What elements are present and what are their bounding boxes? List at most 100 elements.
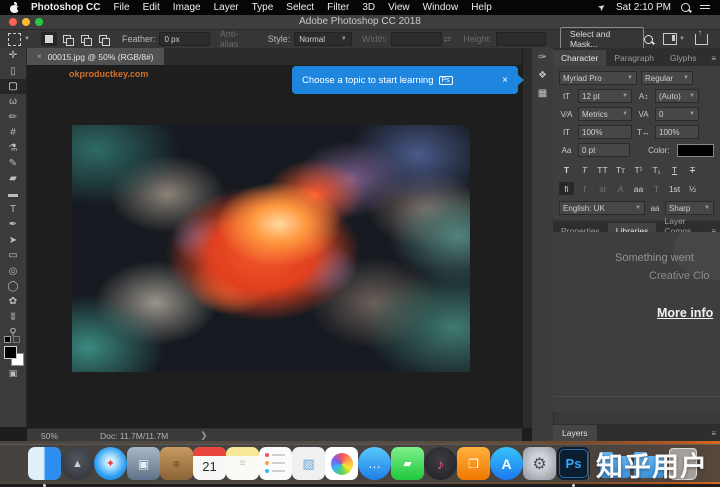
eraser-tool[interactable]: ▰ xyxy=(0,171,26,186)
more-info-link[interactable]: More info xyxy=(657,306,713,320)
font-style-select[interactable]: Regular ▼ xyxy=(641,71,693,85)
default-colors-icon[interactable] xyxy=(4,336,11,343)
spotlight-search-icon[interactable] xyxy=(681,3,690,12)
menu-item-file[interactable]: File xyxy=(113,2,129,13)
custom-shape-tool[interactable]: ✿ xyxy=(0,294,26,309)
search-icon[interactable] xyxy=(644,34,654,44)
rectangle-tool[interactable]: ▭ xyxy=(0,248,26,263)
panel-menu-icon[interactable]: ≡ xyxy=(707,426,720,441)
close-tab-icon[interactable]: × xyxy=(37,52,42,61)
language-select[interactable]: English: UK ▼ xyxy=(559,201,646,215)
clone-source-panel-icon[interactable]: ✑ xyxy=(532,48,553,66)
character-styles-panel-icon[interactable]: ▦ xyxy=(532,84,553,102)
quick-selection-tool[interactable]: ✏ xyxy=(0,110,26,125)
superscript-button[interactable]: T¹ xyxy=(631,163,646,176)
crop-tool[interactable]: # xyxy=(0,125,26,140)
eyedropper-tool[interactable]: ⚗ xyxy=(0,140,26,155)
menu-item-3d[interactable]: 3D xyxy=(362,2,375,13)
rectangular-marquee-tool[interactable]: ▢ xyxy=(0,78,26,95)
close-notification-button[interactable]: × xyxy=(502,75,508,86)
menu-item-select[interactable]: Select xyxy=(286,2,314,13)
tracking-select[interactable]: 0 ▼ xyxy=(655,107,699,121)
tab-layers[interactable]: Layers xyxy=(553,425,597,441)
underline-button[interactable]: T xyxy=(667,163,682,176)
type-tool[interactable]: T xyxy=(0,202,26,217)
location-services-icon[interactable]: ➤ xyxy=(596,1,609,14)
artboard-tool[interactable]: ▯ xyxy=(0,63,26,78)
kerning-select[interactable]: Metrics ▼ xyxy=(578,107,632,121)
horizontal-scale-input[interactable]: 100% xyxy=(655,125,699,139)
font-family-select[interactable]: Myriad Pro ▼ xyxy=(559,71,637,85)
tab-paragraph[interactable]: Paragraph xyxy=(606,50,662,66)
swatches-panel-icon[interactable]: ❖ xyxy=(532,66,553,84)
menu-item-view[interactable]: View xyxy=(388,2,410,13)
width-input[interactable] xyxy=(391,32,442,46)
dock-icon-preview[interactable]: ▧ xyxy=(292,447,325,480)
status-options-chevron[interactable]: ❯ xyxy=(200,430,207,441)
faux-bold-button[interactable]: T xyxy=(559,163,574,176)
menu-item-layer[interactable]: Layer xyxy=(214,2,239,13)
dock-icon-reminders[interactable] xyxy=(259,447,292,480)
hand-tool[interactable]: ʬ xyxy=(0,310,26,325)
intersect-with-selection-button[interactable] xyxy=(95,32,111,46)
workspace-switcher[interactable]: ▼ xyxy=(663,33,685,45)
font-size-select[interactable]: 12 pt ▼ xyxy=(578,89,632,103)
panel-menu-icon[interactable]: ≡ xyxy=(707,51,720,66)
baseline-shift-input[interactable]: 0 pt xyxy=(578,143,631,157)
standard-ligatures-button[interactable]: fi xyxy=(559,182,574,195)
canvas-pasteboard[interactable]: okproductkey.com xyxy=(27,65,522,428)
dock-icon-calendar[interactable]: 21 xyxy=(193,447,226,480)
screen-mode-button[interactable]: ▣ xyxy=(0,368,26,379)
new-selection-button[interactable] xyxy=(40,32,57,46)
pen-tool[interactable]: ✒ xyxy=(0,217,26,232)
dock-icon-mail[interactable]: ▣ xyxy=(127,447,160,480)
notification-center-icon[interactable] xyxy=(700,4,710,12)
tab-glyphs[interactable]: Glyphs xyxy=(662,50,704,66)
menu-item-image[interactable]: Image xyxy=(173,2,201,13)
faux-italic-button[interactable]: T xyxy=(577,163,592,176)
swap-dimensions-icon[interactable]: ⇄ xyxy=(444,34,452,45)
stylistic-alternates-button[interactable]: aa xyxy=(631,182,646,195)
dock-icon-notes[interactable]: ≡ xyxy=(226,447,259,480)
zoom-level-field[interactable]: 50% xyxy=(41,431,58,441)
apple-menu-icon[interactable] xyxy=(10,1,22,13)
learn-notification-banner[interactable]: Choose a topic to start learning Ps × xyxy=(292,66,524,94)
menu-item-type[interactable]: Type xyxy=(252,2,274,13)
dock-icon-facetime[interactable]: ▰ xyxy=(391,447,424,480)
menu-item-filter[interactable]: Filter xyxy=(327,2,349,13)
dock-icon-ibooks[interactable]: ❐ xyxy=(457,447,490,480)
dock-icon-launchpad[interactable]: ▲ xyxy=(61,447,94,480)
move-tool[interactable]: ✛ xyxy=(0,48,26,63)
dock-icon-photos[interactable] xyxy=(325,447,358,480)
leading-select[interactable]: (Auto) ▼ xyxy=(655,89,699,103)
style-select[interactable]: Normal ▼ xyxy=(294,32,352,46)
small-caps-button[interactable]: Tᴛ xyxy=(613,163,628,176)
document-image[interactable] xyxy=(72,125,470,372)
path-selection-tool[interactable]: ➤ xyxy=(0,233,26,248)
menu-app-name[interactable]: Photoshop CC xyxy=(31,2,100,13)
all-caps-button[interactable]: TT xyxy=(595,163,610,176)
share-icon[interactable] xyxy=(695,30,708,45)
tool-preset-picker[interactable]: ▼ xyxy=(8,32,30,46)
dock-icon-photoshop[interactable]: Ps xyxy=(557,447,590,487)
swash-button[interactable]: A xyxy=(613,182,628,195)
fractions-button[interactable]: ½ xyxy=(685,182,700,195)
subscript-button[interactable]: T₁ xyxy=(649,163,664,176)
foreground-color-swatch[interactable] xyxy=(4,346,17,359)
menu-item-help[interactable]: Help xyxy=(471,2,492,13)
text-color-swatch[interactable] xyxy=(677,143,714,157)
subtract-from-selection-button[interactable] xyxy=(77,32,93,46)
discretionary-ligatures-button[interactable]: st xyxy=(595,182,610,195)
gradient-tool[interactable]: ▬ xyxy=(0,187,26,202)
dock-icon-itunes[interactable]: ♪ xyxy=(424,447,457,480)
titling-alternates-button[interactable]: T xyxy=(649,182,664,195)
swap-colors-icon[interactable] xyxy=(13,336,20,343)
dock-icon-safari[interactable]: ✦ xyxy=(94,447,127,480)
dock-icon-contacts[interactable]: ≡ xyxy=(160,447,193,480)
height-input[interactable] xyxy=(495,32,547,46)
dock-icon-system-preferences[interactable]: ⚙ xyxy=(523,447,556,480)
brush-tool[interactable]: ✎ xyxy=(0,156,26,171)
dock-icon-finder[interactable] xyxy=(28,447,61,487)
feather-input[interactable]: 0 px xyxy=(159,32,210,46)
anti-alias-checkbox-label[interactable]: Anti-alias xyxy=(220,29,254,49)
